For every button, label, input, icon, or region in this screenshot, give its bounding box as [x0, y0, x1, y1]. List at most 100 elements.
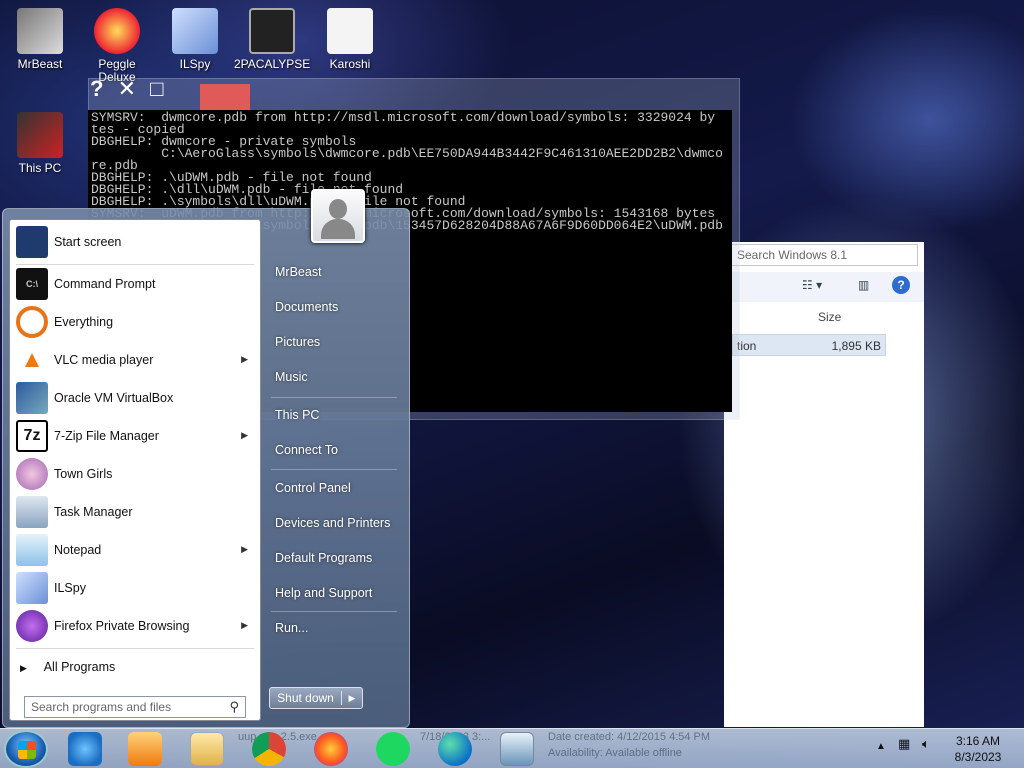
right-item-run[interactable]: Run... — [275, 621, 308, 635]
submenu-arrow-icon: ▶ — [241, 620, 248, 630]
program-start-screen[interactable]: Start screen — [12, 224, 258, 260]
right-item-connect-to[interactable]: Connect To — [275, 443, 338, 457]
desktop-icon-2pacalypse[interactable]: 2PACALYPSE — [234, 8, 310, 71]
volume-icon[interactable]: 🔈︎ — [922, 736, 930, 752]
spotify-icon[interactable] — [376, 732, 410, 766]
explorer-window: Search Windows 8.1 ☷ ▾ ▥ ? Size tion 1,8… — [724, 242, 924, 727]
close-icon[interactable]: ✕ — [118, 76, 136, 102]
mrbeast-shortcut-icon — [17, 8, 63, 54]
desktop-icon-label: ILSpy — [179, 57, 211, 71]
explorer-toolbar: ☷ ▾ ▥ ? — [724, 272, 924, 302]
maximize-icon[interactable]: □ — [150, 76, 163, 102]
program-label: Firefox Private Browsing — [54, 619, 190, 633]
program-label: Everything — [54, 315, 114, 329]
program-task-manager[interactable]: Task Manager — [12, 494, 258, 530]
divider — [271, 469, 397, 470]
desktop-icon-label: Karoshi — [329, 57, 371, 71]
program-command-prompt[interactable]: C:\ Command Prompt — [12, 266, 258, 302]
program-ilspy[interactable]: ILSpy — [12, 570, 258, 606]
console-icon — [249, 8, 295, 54]
karoshi-icon — [327, 8, 373, 54]
program-virtualbox[interactable]: Oracle VM VirtualBox — [12, 380, 258, 416]
desktop-icon-label: This PC — [18, 161, 62, 175]
internet-explorer-icon[interactable] — [68, 732, 102, 766]
divider — [271, 611, 397, 612]
divider — [16, 648, 254, 649]
right-item-control-panel[interactable]: Control Panel — [275, 481, 351, 495]
window-controls: ? ✕ □ — [90, 76, 171, 102]
program-label: 7-Zip File Manager — [54, 429, 159, 443]
submenu-arrow-icon: ▶ — [241, 354, 248, 364]
user-avatar[interactable] — [311, 189, 365, 243]
submenu-arrow-icon: ▶ — [241, 430, 248, 440]
clock-time: 3:16 AM — [955, 734, 1001, 748]
vlc-icon: ▲ — [20, 346, 44, 373]
view-options-icon[interactable]: ☷ ▾ — [802, 278, 822, 292]
tray-overflow-icon[interactable]: ▲ — [876, 741, 886, 752]
divider — [16, 264, 254, 265]
start-button[interactable] — [4, 730, 48, 768]
notepad-app-icon[interactable] — [500, 732, 534, 766]
right-item-default-programs[interactable]: Default Programs — [275, 551, 372, 565]
chrome-icon[interactable] — [252, 732, 286, 766]
program-label: Town Girls — [54, 467, 113, 481]
preview-pane-icon[interactable]: ▥ — [858, 278, 869, 292]
start-search-input[interactable]: Search programs and files ⚲ — [24, 696, 246, 718]
notepad-icon — [16, 534, 48, 566]
desktop-icon-label: MrBeast — [17, 57, 63, 71]
expand-arrow-icon: ▶ — [20, 663, 27, 673]
all-programs-button[interactable]: ▶ All Programs — [20, 660, 115, 674]
7zip-icon: 7z — [16, 420, 48, 452]
console-line: SYMSRV: dwmcore.pdb from http://msdl.mic… — [91, 110, 716, 125]
media-player-icon[interactable] — [128, 732, 162, 766]
right-item-devices-printers[interactable]: Devices and Printers — [275, 516, 390, 530]
network-icon[interactable]: ▦ — [898, 736, 910, 752]
file-size: 1,895 KB — [831, 339, 881, 353]
taskbar-clock[interactable]: 3:16 AM 8/3/2023 — [948, 733, 1008, 765]
edge-icon[interactable] — [438, 732, 472, 766]
town-girls-icon — [16, 458, 48, 490]
file-explorer-icon[interactable] — [190, 732, 224, 766]
right-item-user[interactable]: MrBeast — [275, 265, 322, 279]
all-programs-label: All Programs — [43, 660, 116, 674]
desktop-icon-mrbeast[interactable]: MrBeast — [2, 8, 78, 71]
submenu-arrow-icon: ▶ — [241, 544, 248, 554]
explorer-search-input[interactable]: Search Windows 8.1 — [730, 244, 918, 266]
program-town-girls[interactable]: Town Girls — [12, 456, 258, 492]
file-row[interactable]: tion 1,895 KB — [732, 334, 886, 356]
right-item-help-support[interactable]: Help and Support — [275, 586, 372, 600]
firefox-private-icon — [16, 610, 48, 642]
right-item-music[interactable]: Music — [275, 370, 308, 384]
program-label: VLC media player — [54, 353, 154, 367]
ilspy-icon — [16, 572, 48, 604]
help-icon[interactable]: ? — [892, 276, 910, 294]
shutdown-button[interactable]: Shut down ▶ — [269, 687, 363, 709]
this-pc-icon — [17, 112, 63, 158]
program-vlc[interactable]: ▲ VLC media player ▶ — [12, 342, 258, 378]
task-manager-icon — [16, 496, 48, 528]
help-icon[interactable]: ? — [90, 76, 103, 102]
right-item-pictures[interactable]: Pictures — [275, 335, 320, 349]
right-item-documents[interactable]: Documents — [275, 300, 338, 314]
search-placeholder: Search programs and files — [31, 700, 172, 714]
desktop-icon-peggle[interactable]: Peggle Deluxe — [79, 8, 155, 84]
program-firefox-private[interactable]: Firefox Private Browsing ▶ — [12, 608, 258, 644]
program-everything[interactable]: Everything — [12, 304, 258, 340]
ilspy-icon — [172, 8, 218, 54]
program-label: Command Prompt — [54, 277, 156, 291]
desktop-icon-karoshi[interactable]: Karoshi — [312, 8, 388, 71]
desktop-icon-ilspy[interactable]: ILSpy — [157, 8, 233, 71]
program-label: ILSpy — [54, 581, 86, 595]
search-icon: ⚲ — [229, 699, 239, 714]
program-7zip[interactable]: 7z 7-Zip File Manager ▶ — [12, 418, 258, 454]
column-header-size[interactable]: Size — [818, 310, 841, 324]
right-item-this-pc[interactable]: This PC — [275, 408, 319, 422]
shutdown-options-arrow-icon[interactable]: ▶ — [342, 693, 362, 704]
desktop-icon-this-pc[interactable]: This PC — [2, 112, 78, 175]
firefox-icon[interactable] — [314, 732, 348, 766]
peggle-icon — [94, 8, 140, 54]
red-thumbnail — [200, 84, 250, 110]
desktop-icon-label: 2PACALYPSE — [234, 57, 311, 71]
program-label: Task Manager — [54, 505, 133, 519]
program-notepad[interactable]: Notepad ▶ — [12, 532, 258, 568]
